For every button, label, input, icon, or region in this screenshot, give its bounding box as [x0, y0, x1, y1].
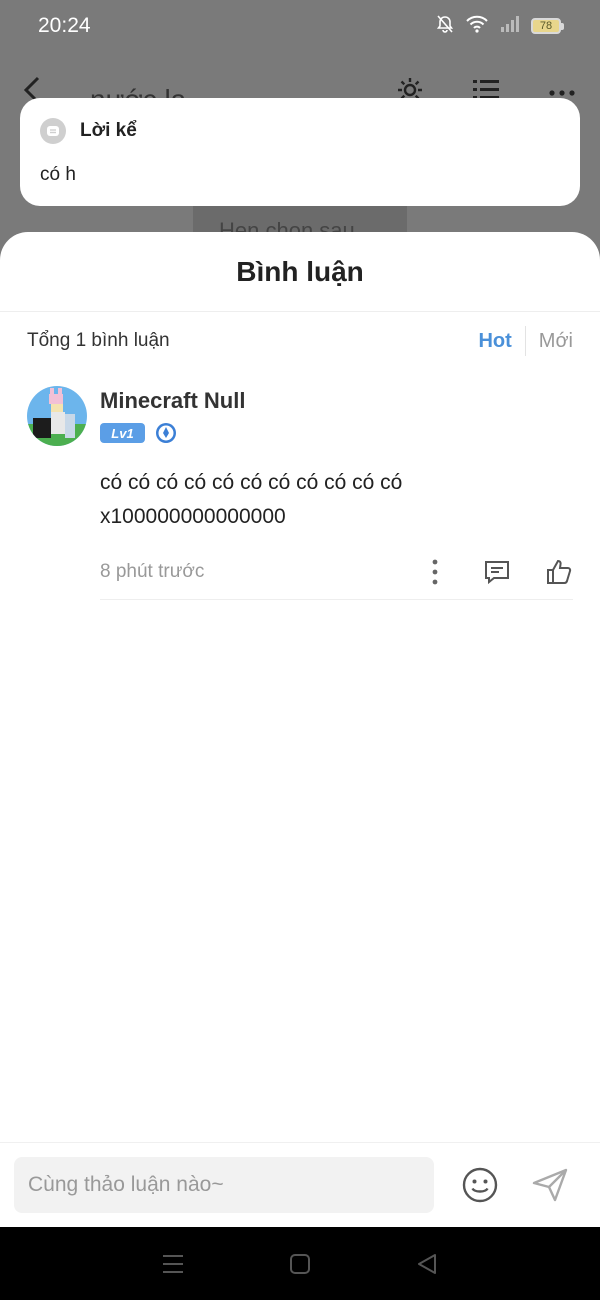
- username[interactable]: Minecraft Null: [100, 388, 573, 414]
- narration-toast[interactable]: Lời kể có h: [20, 98, 580, 206]
- comment-input-bar: [0, 1142, 600, 1227]
- tab-hot[interactable]: Hot: [465, 330, 524, 353]
- signal-icon: [499, 14, 521, 39]
- status-bar: 20:24 78: [0, 0, 600, 52]
- comment-time: 8 phút trước: [100, 560, 205, 582]
- wifi-icon: [465, 14, 489, 39]
- battery-level: 78: [531, 18, 561, 34]
- tab-new[interactable]: Mới: [526, 330, 573, 353]
- more-vertical-icon[interactable]: [421, 558, 449, 586]
- like-icon[interactable]: [545, 558, 573, 586]
- toast-title: Lời kể: [80, 120, 137, 141]
- toast-text: có h: [40, 164, 76, 185]
- avatar[interactable]: [27, 386, 87, 446]
- comment-text: có có có có có có có có có có có x100000…: [100, 471, 403, 528]
- back-nav-icon[interactable]: [412, 1249, 442, 1279]
- system-nav-bar: [0, 1227, 600, 1300]
- emoji-icon[interactable]: [460, 1165, 500, 1205]
- comments-sheet: Bình luận Tổng 1 bình luận Hot Mới Minec…: [0, 232, 600, 1227]
- rank-badge-icon: [155, 422, 177, 444]
- message-icon: [40, 118, 66, 144]
- sheet-title: Bình luận: [0, 232, 600, 312]
- comment-count: Tổng 1 bình luận: [27, 330, 170, 351]
- sort-tabs: Hot Mới: [465, 326, 573, 356]
- level-badge: Lv1: [100, 423, 145, 443]
- status-time: 20:24: [38, 14, 91, 37]
- send-icon[interactable]: [530, 1165, 570, 1205]
- comment-input[interactable]: [14, 1157, 434, 1213]
- mute-bell-icon: [435, 14, 455, 39]
- battery-icon: 78: [531, 18, 564, 34]
- menu-nav-icon[interactable]: [158, 1249, 188, 1279]
- home-nav-icon[interactable]: [285, 1249, 315, 1279]
- status-icons: 78: [435, 14, 564, 39]
- comment-item: Minecraft Null Lv1 có có có có có có có …: [0, 370, 600, 600]
- reply-icon[interactable]: [483, 558, 511, 586]
- comments-toolbar: Tổng 1 bình luận Hot Mới: [0, 312, 600, 370]
